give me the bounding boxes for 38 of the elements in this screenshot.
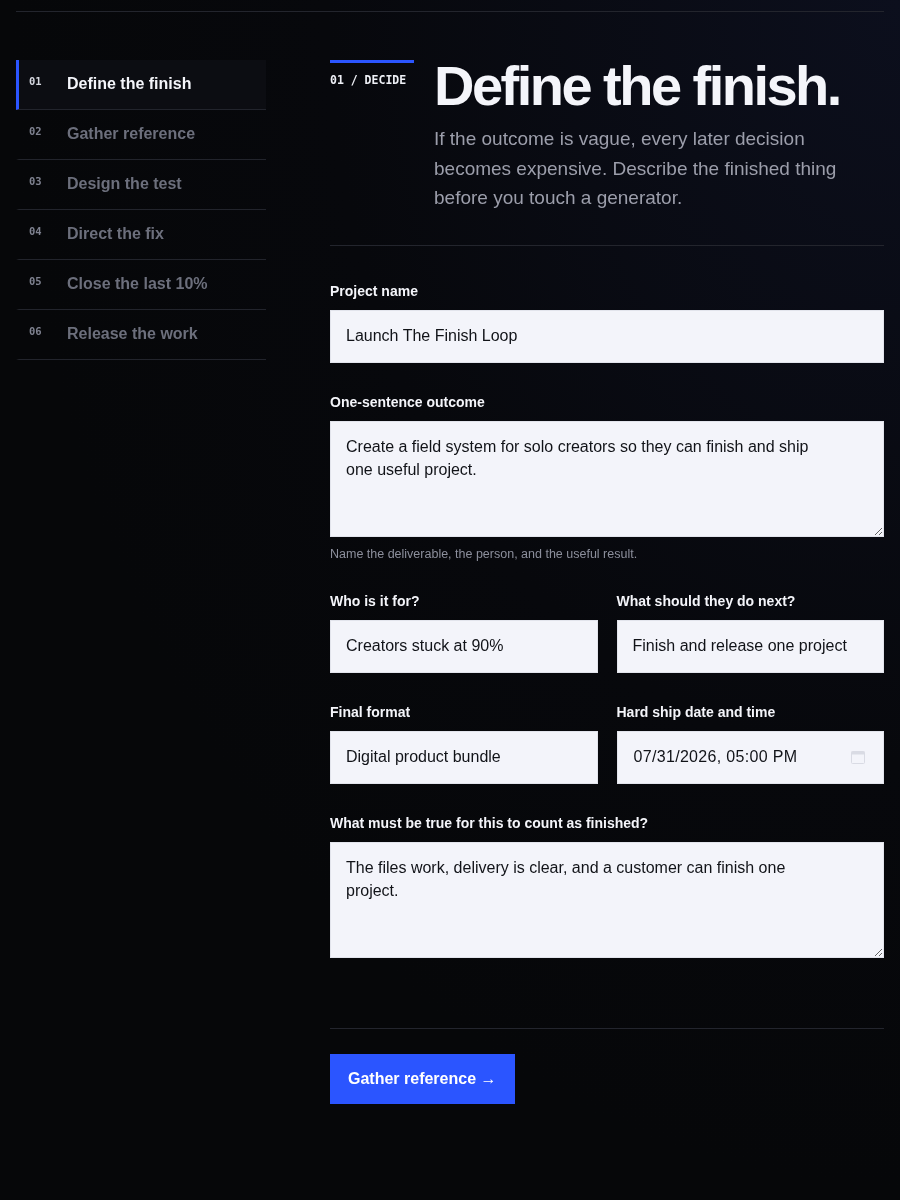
intro-text: If the outcome is vague, every later decision becomes expensive. Describe the finished thing before you touch a generator. (434, 127, 838, 210)
text-area[interactable]: Create a field system for solo creators so they can finish and ship one useful project. (330, 420, 884, 537)
step-number: 05 (28, 274, 43, 289)
text-field[interactable]: Creators stuck at 90% (330, 619, 598, 673)
step-label: 01 / DECIDE (330, 72, 408, 88)
step-number: 03 (28, 174, 43, 189)
step-number: 06 (28, 324, 43, 339)
page-title: Define the finish. (434, 58, 841, 114)
calendar-icon[interactable] (851, 750, 865, 764)
step-number: 02 (28, 124, 43, 139)
nav-label: Direct the fix (67, 224, 164, 244)
field-label: What must be true for this to count as finished? (330, 813, 650, 833)
nav-item[interactable]: 04 Direct the fix (16, 210, 266, 260)
text-area[interactable]: The files work, delivery is clear, and a customer can finish one project. (330, 841, 884, 958)
nav-item[interactable]: 02 Gather reference (16, 110, 266, 160)
step-number: 01 (28, 74, 43, 89)
nav-label: Gather reference (67, 124, 196, 144)
field-label: Who is it for? (330, 591, 421, 611)
nav-label: Define the finish (67, 74, 192, 94)
nav-label: Close the last 10% (67, 274, 208, 294)
field-label: One-sentence outcome (330, 392, 486, 412)
nav-item[interactable]: 06 Release the work (16, 310, 266, 360)
field-label: Final format (330, 702, 412, 722)
field-label: Project name (330, 281, 419, 301)
nav-item[interactable]: 05 Close the last 10% (16, 260, 266, 310)
field-label: What should they do next? (616, 591, 797, 611)
date-time-field[interactable]: 07/31/2026, 05:00 PM (616, 730, 884, 784)
nav-label: Design the test (67, 174, 182, 194)
nav-item[interactable]: 01 Define the finish (16, 60, 266, 110)
next-button[interactable]: Gather reference → (330, 1053, 515, 1104)
text-field[interactable]: Digital product bundle (330, 730, 598, 784)
text-field[interactable]: Finish and release one project (616, 619, 884, 673)
text-field[interactable]: Launch The Finish Loop (330, 309, 884, 363)
nav-label: Release the work (67, 324, 198, 344)
step-number: 04 (28, 224, 43, 239)
hint-text: Name the deliverable, the person, and the useful result. (330, 545, 639, 562)
nav-item[interactable]: 03 Design the test (16, 160, 266, 210)
field-label: Hard ship date and time (616, 702, 777, 722)
